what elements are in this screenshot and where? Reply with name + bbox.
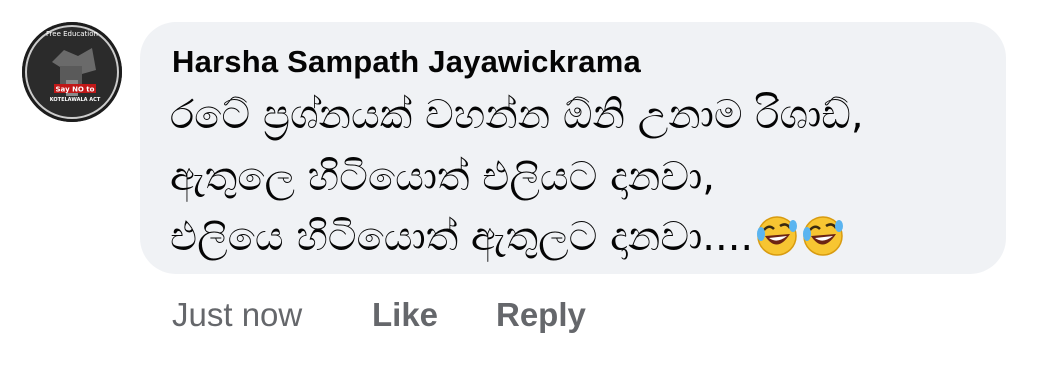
badge-bottom-text: KOTELAWALA ACT xyxy=(50,97,101,103)
profile-badge-image: Free Education Say NO to KOTELAWALA ACT xyxy=(22,22,122,122)
badge-top-text: Free Education xyxy=(46,30,98,38)
like-button[interactable]: Like xyxy=(372,296,438,334)
comment-line-text: එලියෙ හිටියොත් ඇතුලට දානවා.... xyxy=(170,214,754,260)
avatar[interactable]: Free Education Say NO to KOTELAWALA ACT xyxy=(22,22,122,122)
rolling-on-floor-laughing-icon xyxy=(803,216,844,256)
comment-author[interactable]: Harsha Sampath Jayawickrama xyxy=(172,44,641,80)
comment-line: රටේ ප්‍රශ්නයක් වහන්න ඕනි උනාම රිශාඩ්, xyxy=(170,92,864,138)
comment-line-last: එලියෙ හිටියොත් ඇතුලට දානවා.... xyxy=(170,214,845,260)
badge-center-text: Say NO to xyxy=(56,86,95,94)
comment-timestamp[interactable]: Just now xyxy=(172,296,302,334)
comment-line: ඇතුලෙ හිටියොත් එලියට දානවා, xyxy=(170,154,715,200)
reply-button[interactable]: Reply xyxy=(496,296,586,334)
comment-bubble: Harsha Sampath Jayawickrama රටේ ප්‍රශ්නය… xyxy=(140,22,1006,274)
rolling-on-floor-laughing-icon xyxy=(757,216,798,256)
